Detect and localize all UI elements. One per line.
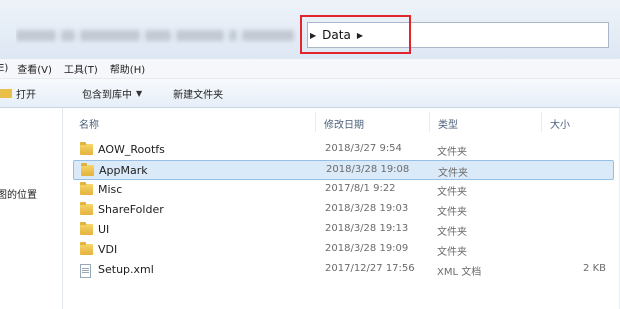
folder-icon <box>80 142 93 155</box>
menu-edit[interactable]: E) <box>0 63 8 74</box>
file-name: Misc <box>98 183 123 196</box>
include-library-label: 包含到库中 <box>82 89 132 101</box>
file-date: 2018/3/28 19:03 <box>325 203 409 214</box>
column-divider[interactable] <box>541 112 542 132</box>
file-name: VDI <box>98 243 118 256</box>
column-divider[interactable] <box>429 112 430 132</box>
file-date: 2017/12/27 17:56 <box>325 263 415 274</box>
column-headers: 名称 修改日期 类型 大小 <box>63 112 620 132</box>
file-type: 文件夹 <box>437 227 467 238</box>
folder-icon <box>80 222 93 235</box>
new-folder-button[interactable]: 新建文件夹 <box>173 86 223 101</box>
file-type: 文件夹 <box>437 147 467 158</box>
nav-item-recent-places[interactable]: 图的位置 <box>0 186 37 201</box>
file-type: XML 文档 <box>437 267 482 278</box>
folder-icon <box>80 202 93 215</box>
chevron-down-icon: ▼ <box>136 88 143 98</box>
folder-icon <box>80 242 93 255</box>
file-type: 文件夹 <box>437 187 467 198</box>
file-row-sharefolder[interactable]: ShareFolder 2018/3/28 19:03 文件夹 <box>73 200 614 220</box>
column-divider[interactable] <box>315 112 316 132</box>
navigation-pane: 图的位置 <box>0 108 63 309</box>
folder-icon <box>81 163 94 176</box>
column-header-size[interactable]: 大小 <box>550 116 570 131</box>
file-name: AppMark <box>99 164 148 177</box>
open-folder-icon <box>0 88 12 98</box>
open-button[interactable]: 打开 <box>0 86 36 101</box>
file-name: AOW_Rootfs <box>98 143 165 156</box>
file-date: 2018/3/28 19:09 <box>325 243 409 254</box>
open-label: 打开 <box>16 89 36 101</box>
highlight-annotation-box <box>300 15 411 54</box>
file-row-vdi[interactable]: VDI 2018/3/28 19:09 文件夹 <box>73 240 614 260</box>
blurred-path <box>16 26 298 44</box>
menu-bar: E) 查看(V) 工具(T) 帮助(H) <box>0 59 620 79</box>
file-date: 2018/3/27 9:54 <box>325 143 402 154</box>
file-date: 2018/3/28 19:13 <box>325 223 409 234</box>
menu-help[interactable]: 帮助(H) <box>110 61 145 76</box>
file-type: 文件夹 <box>437 207 467 218</box>
file-list: AOW_Rootfs 2018/3/27 9:54 文件夹 AppMark 20… <box>63 140 620 280</box>
file-name: UI <box>98 223 110 236</box>
file-row-ui[interactable]: UI 2018/3/28 19:13 文件夹 <box>73 220 614 240</box>
file-row-appmark[interactable]: AppMark 2018/3/28 19:08 文件夹 <box>73 160 614 180</box>
file-name: ShareFolder <box>98 203 164 216</box>
column-header-date[interactable]: 修改日期 <box>324 116 364 131</box>
file-size: 2 KB <box>583 263 606 274</box>
xml-document-icon <box>80 264 91 278</box>
menu-view[interactable]: 查看(V) <box>17 61 52 76</box>
file-date: 2017/8/1 9:22 <box>325 183 396 194</box>
folder-icon <box>80 182 93 195</box>
file-name: Setup.xml <box>98 263 154 276</box>
include-in-library-button[interactable]: 包含到库中 ▼ <box>82 86 142 101</box>
column-header-name[interactable]: 名称 <box>79 116 99 131</box>
file-row-setup-xml[interactable]: Setup.xml 2017/12/27 17:56 XML 文档 2 KB <box>73 260 614 280</box>
menu-tools[interactable]: 工具(T) <box>64 61 98 76</box>
file-row-aow-rootfs[interactable]: AOW_Rootfs 2018/3/27 9:54 文件夹 <box>73 140 614 160</box>
file-type: 文件夹 <box>437 247 467 258</box>
file-type: 文件夹 <box>438 168 468 179</box>
command-toolbar: 打开 包含到库中 ▼ 新建文件夹 <box>0 79 620 108</box>
file-date: 2018/3/28 19:08 <box>326 164 410 175</box>
address-bar-area: ▶ Data ▶ <box>0 0 620 60</box>
new-folder-label: 新建文件夹 <box>173 89 224 101</box>
column-header-type[interactable]: 类型 <box>438 116 458 131</box>
file-row-misc[interactable]: Misc 2017/8/1 9:22 文件夹 <box>73 180 614 200</box>
